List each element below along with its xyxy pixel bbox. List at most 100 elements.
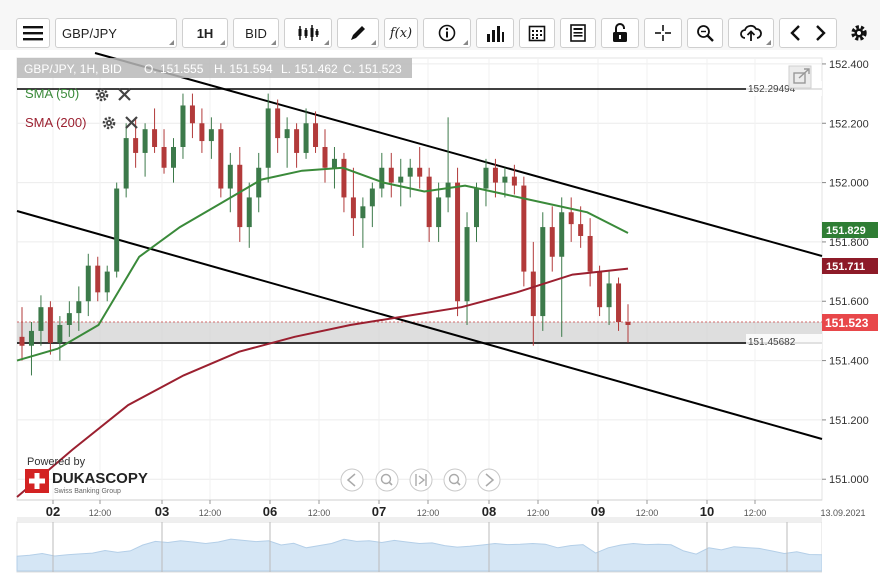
header-open: O. 151.555 <box>144 62 204 76</box>
x-tick-label: 12:00 <box>744 508 767 518</box>
chevron-left-icon[interactable] <box>789 24 803 42</box>
candle-body <box>85 265 91 302</box>
chart-type-button[interactable] <box>284 18 332 48</box>
candle-body <box>492 167 498 183</box>
calendar-icon <box>528 25 546 42</box>
candle-body <box>369 188 375 207</box>
candle-body <box>199 123 205 142</box>
plot-area <box>16 57 823 501</box>
y-tick-label: 151.000 <box>829 474 869 486</box>
candle-body <box>19 336 25 346</box>
menu-button[interactable] <box>16 18 50 48</box>
candle-body <box>227 164 233 189</box>
x-tick-label: 03 <box>155 504 169 519</box>
x-tick-label: 10 <box>700 504 714 519</box>
candle-body <box>28 330 34 346</box>
candle-body <box>616 283 622 323</box>
symbol-select[interactable]: GBP/JPY <box>55 18 177 48</box>
candle-body <box>114 188 120 272</box>
x-tick-label: 09 <box>591 504 605 519</box>
candle-body <box>464 227 470 302</box>
calendar-button[interactable] <box>519 18 555 48</box>
x-tick-label: 06 <box>263 504 277 519</box>
zoom-button[interactable] <box>687 18 723 48</box>
x-tick-label: 12:00 <box>417 508 440 518</box>
candle-body <box>208 129 214 142</box>
candle-body <box>66 313 72 325</box>
y-tick-label: 151.800 <box>829 237 869 249</box>
candle-body <box>171 146 176 168</box>
candle-body <box>133 138 139 153</box>
sma200-label: SMA (200) <box>25 115 86 130</box>
candle-body <box>597 271 603 308</box>
logo-text: DUKASCOPY <box>52 470 148 487</box>
hline-bottom-label: 151.45682 <box>748 337 796 348</box>
candle-body <box>237 164 243 228</box>
candle-body <box>559 212 565 257</box>
candle-body <box>104 271 110 293</box>
candle-body <box>189 105 195 124</box>
candle-body <box>303 123 309 153</box>
sma200-price-text: 151.711 <box>826 261 865 273</box>
candle-body <box>294 129 300 153</box>
period-select[interactable]: 1H <box>182 18 228 48</box>
header-close: C. 151.523 <box>343 62 402 76</box>
nav-zoom-in-button[interactable] <box>443 468 467 492</box>
navigator-divider[interactable] <box>17 517 822 522</box>
nav-next-button[interactable] <box>477 468 501 492</box>
nav-prev-button[interactable] <box>340 468 364 492</box>
candle-body <box>388 167 394 183</box>
menu-icon <box>23 26 43 41</box>
scroll-buttons[interactable] <box>779 18 837 48</box>
draw-button[interactable] <box>337 18 379 48</box>
candle <box>114 182 120 278</box>
export-button[interactable] <box>728 18 774 48</box>
report-button[interactable] <box>560 18 596 48</box>
candle-body <box>445 182 451 198</box>
price-chart[interactable]: 152.29494 151.45682 GBP/JPY, 1H, BID O. … <box>0 50 880 577</box>
settings-button[interactable] <box>842 18 876 48</box>
candle-body <box>284 129 290 139</box>
info-icon <box>438 24 456 42</box>
candle-body <box>511 176 517 186</box>
sma50-label: SMA (50) <box>25 86 79 101</box>
bars-icon <box>487 26 504 42</box>
header-title: GBP/JPY, 1H, BID <box>24 62 122 76</box>
lock-button[interactable] <box>601 18 639 48</box>
candle-body <box>331 158 337 168</box>
side-select[interactable]: BID <box>233 18 279 48</box>
zoom-icon <box>697 25 714 42</box>
candle-body <box>313 123 319 147</box>
candle-body <box>57 324 63 343</box>
crosshair-button[interactable] <box>644 18 682 48</box>
candle-body <box>568 212 574 225</box>
x-tick-label: 12:00 <box>636 508 659 518</box>
candle-body <box>180 105 186 147</box>
x-tick-label: 13.09.2021 <box>820 508 865 518</box>
header-low: L. 151.462 <box>281 62 338 76</box>
candle-body <box>407 167 413 177</box>
candle-body <box>152 129 158 147</box>
x-tick-label: 12:00 <box>308 508 331 518</box>
upload-cloud-icon <box>740 24 762 41</box>
navigator-axis-area <box>822 517 880 577</box>
function-icon: f(x) <box>389 25 413 41</box>
header-high: H. 151.594 <box>214 62 273 76</box>
x-tick-label: 12:00 <box>527 508 550 518</box>
candle-body <box>398 176 404 183</box>
x-tick-label: 07 <box>372 504 386 519</box>
candle-body <box>350 197 356 219</box>
candle-body <box>218 129 224 189</box>
nav-fit-button[interactable] <box>409 468 433 492</box>
pencil-icon <box>351 26 365 40</box>
chevron-right-icon[interactable] <box>813 24 827 42</box>
candle-body <box>76 301 82 314</box>
indicators-button[interactable]: f(x) <box>384 18 418 48</box>
info-button[interactable] <box>423 18 471 48</box>
nav-zoom-out-button[interactable] <box>375 468 399 492</box>
candle-body <box>625 322 631 325</box>
volume-button[interactable] <box>476 18 514 48</box>
x-tick-label: 08 <box>482 504 496 519</box>
candle <box>455 167 461 317</box>
y-tick-label: 151.600 <box>829 296 869 308</box>
